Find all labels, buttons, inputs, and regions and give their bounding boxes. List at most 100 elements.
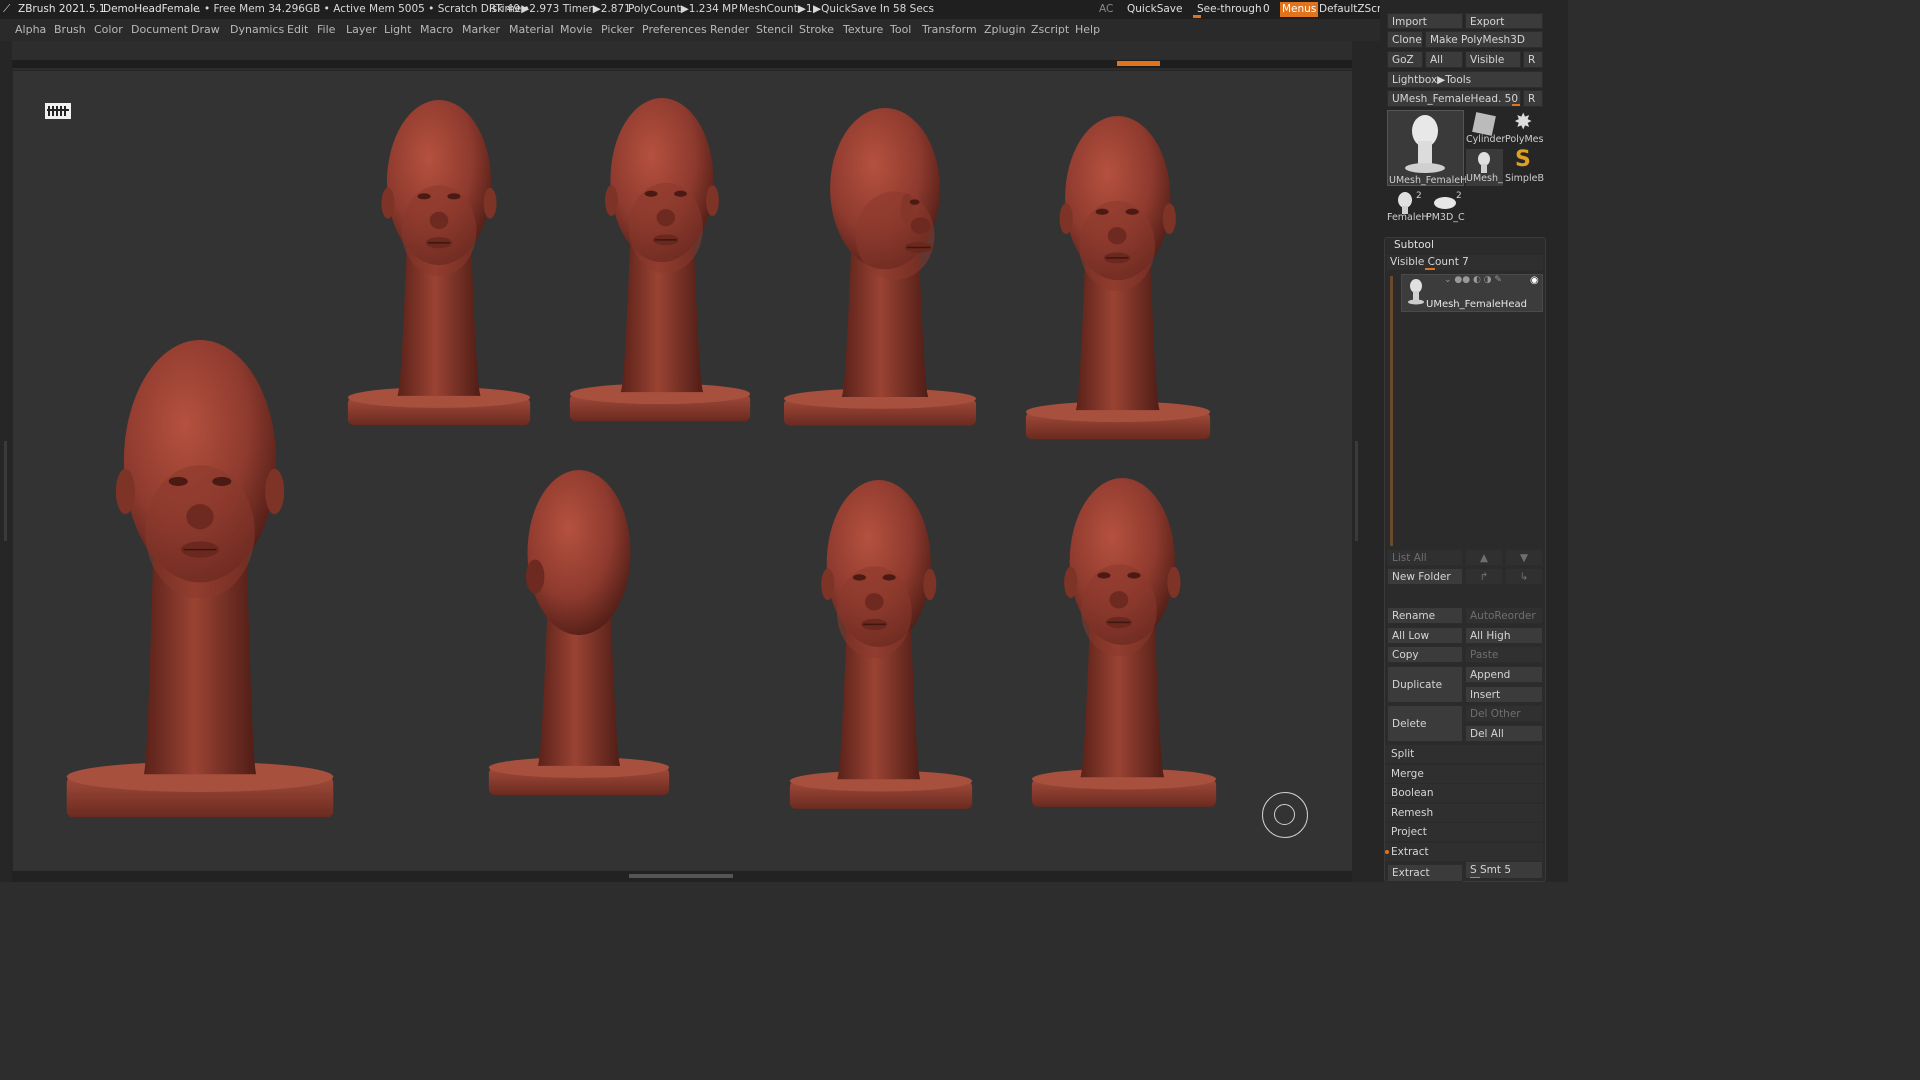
subtool-item-toggles-icon[interactable]: ⌄ ●● ◐ ◑ ✎ xyxy=(1444,275,1502,285)
folder-up-icon[interactable]: ↱ xyxy=(1465,568,1503,585)
goz-visible-button[interactable]: Visible xyxy=(1465,51,1521,68)
export-button[interactable]: Export xyxy=(1465,13,1543,29)
current-tool-r-button[interactable]: R xyxy=(1523,90,1543,107)
tool-thumb-polymesh[interactable]: ✸ PolyMes xyxy=(1505,110,1543,147)
menu-stroke[interactable]: Stroke xyxy=(799,19,834,41)
delete-button[interactable]: Delete xyxy=(1387,705,1463,742)
tool-thumb-umesh[interactable]: UMesh_ xyxy=(1466,149,1503,186)
move-up-icon[interactable]: ▲ xyxy=(1465,549,1503,566)
menu-macro[interactable]: Macro xyxy=(420,19,453,41)
lightbox-tools-button[interactable]: Lightbox▶Tools xyxy=(1387,71,1543,88)
list-all-button[interactable]: List All xyxy=(1387,549,1463,566)
menu-edit[interactable]: Edit xyxy=(287,19,308,41)
append-button[interactable]: Append xyxy=(1465,666,1543,683)
menu-texture[interactable]: Texture xyxy=(843,19,883,41)
all-low-button[interactable]: All Low xyxy=(1387,627,1463,644)
zbrush-logo-icon[interactable]: ⟋ xyxy=(3,0,10,19)
merge-section[interactable]: Merge xyxy=(1385,765,1543,783)
import-button[interactable]: Import xyxy=(1387,13,1463,29)
new-folder-button[interactable]: New Folder xyxy=(1387,568,1463,585)
goz-button[interactable]: GoZ xyxy=(1387,51,1423,68)
menu-dynamics[interactable]: Dynamics xyxy=(230,19,284,41)
all-high-button[interactable]: All High xyxy=(1465,627,1543,644)
tool-thumb-main[interactable]: UMesh_FemaleH xyxy=(1387,110,1468,186)
menu-layer[interactable]: Layer xyxy=(346,19,377,41)
make-polymesh-button[interactable]: Make PolyMesh3D xyxy=(1425,31,1543,48)
subtool-scrollbar[interactable] xyxy=(1390,276,1393,546)
subtool-title[interactable]: Subtool xyxy=(1394,239,1434,251)
menu-alpha[interactable]: Alpha xyxy=(15,19,46,41)
menu-help[interactable]: Help xyxy=(1075,19,1100,41)
menu-color[interactable]: Color xyxy=(94,19,123,41)
insert-button[interactable]: Insert xyxy=(1465,686,1543,703)
clone-button[interactable]: Clone xyxy=(1387,31,1423,48)
menu-draw[interactable]: Draw xyxy=(191,19,220,41)
s-smt-fill xyxy=(1470,877,1480,878)
goz-r-button[interactable]: R xyxy=(1523,51,1543,68)
menu-zplugin[interactable]: Zplugin xyxy=(984,19,1026,41)
s-smt-label: S Smt 5 xyxy=(1470,864,1512,876)
tool-thumb-female-label: FemaleH xyxy=(1387,212,1429,223)
menus-toggle[interactable]: Menus xyxy=(1280,2,1319,17)
remesh-section[interactable]: Remesh xyxy=(1385,804,1543,822)
navigation-gizmo[interactable] xyxy=(1262,792,1308,838)
menu-light[interactable]: Light xyxy=(384,19,411,41)
subtool-thumb-icon xyxy=(1408,279,1424,305)
menu-marker[interactable]: Marker xyxy=(462,19,500,41)
menu-tool[interactable]: Tool xyxy=(890,19,911,41)
menu-stencil[interactable]: Stencil xyxy=(756,19,793,41)
tool-thumb-simpleb[interactable]: S SimpleB xyxy=(1505,147,1544,186)
menu-picker[interactable]: Picker xyxy=(601,19,634,41)
rename-button[interactable]: Rename xyxy=(1387,607,1463,624)
menu-document[interactable]: Document xyxy=(131,19,188,41)
tool-thumb-main-label: UMesh_FemaleH xyxy=(1389,175,1468,186)
head-sculpt-6 xyxy=(487,470,671,814)
split-section[interactable]: Split xyxy=(1385,745,1543,763)
head-sculpt-5 xyxy=(1024,116,1212,458)
tool-thumb-cylinder[interactable]: Cylinder xyxy=(1466,110,1506,147)
goz-all-button[interactable]: All xyxy=(1425,51,1463,68)
rtime-stats: RTime▶2.973 Timer▶2.871 xyxy=(489,3,631,15)
subtool-item-name: UMesh_FemaleHead xyxy=(1426,299,1527,310)
seethrough-slider[interactable]: See-through 0 xyxy=(1193,0,1275,19)
auto-reorder-button[interactable]: AutoReorder xyxy=(1465,607,1543,624)
menu-movie[interactable]: Movie xyxy=(560,19,593,41)
menu-zscript[interactable]: Zscript xyxy=(1031,19,1069,41)
tool-thumb-pm3d[interactable]: 2 PM3D_C xyxy=(1426,188,1465,225)
extract-indicator xyxy=(1385,850,1389,854)
menu-render[interactable]: Render xyxy=(710,19,749,41)
menu-preferences[interactable]: Preferences xyxy=(642,19,707,41)
menu-brush[interactable]: Brush xyxy=(54,19,86,41)
folder-down-icon[interactable]: ↳ xyxy=(1505,568,1543,585)
ac-button[interactable]: AC xyxy=(1099,0,1113,19)
project-section[interactable]: Project xyxy=(1385,823,1543,841)
subtool-item[interactable]: ⌄ ●● ◐ ◑ ✎ ◉ UMesh_FemaleHead xyxy=(1401,274,1543,312)
right-shelf-handle[interactable] xyxy=(1355,441,1358,541)
quicksave-button[interactable]: QuickSave xyxy=(1127,0,1182,19)
tool-thumb-female[interactable]: 2 FemaleH xyxy=(1387,188,1429,225)
extract-section[interactable]: Extract xyxy=(1385,843,1543,861)
boolean-section[interactable]: Boolean xyxy=(1385,784,1543,802)
visible-count-slider[interactable]: Visible Count 7 xyxy=(1387,255,1543,270)
timeline-marker[interactable] xyxy=(1117,61,1160,66)
copy-button[interactable]: Copy xyxy=(1387,646,1463,663)
floor-grid-icon[interactable] xyxy=(45,103,71,119)
menu-file[interactable]: File xyxy=(317,19,335,41)
paste-button[interactable]: Paste xyxy=(1465,646,1543,663)
left-shelf-handle[interactable] xyxy=(4,441,7,541)
bottom-shelf-handle[interactable] xyxy=(629,874,733,878)
eye-icon[interactable]: ◉ xyxy=(1530,275,1539,286)
duplicate-button[interactable]: Duplicate xyxy=(1387,666,1463,703)
tool-thumb-cylinder-label: Cylinder xyxy=(1466,134,1506,145)
del-all-button[interactable]: Del All xyxy=(1465,725,1543,742)
tool-thumb-umesh-label: UMesh_ xyxy=(1466,173,1503,184)
meshcount-stat: MeshCount▶1 xyxy=(739,3,813,15)
s-smt-slider[interactable]: S Smt 5 xyxy=(1465,861,1543,879)
move-down-icon[interactable]: ▼ xyxy=(1505,549,1543,566)
current-tool-slider[interactable]: UMesh_FemaleHead. 50 xyxy=(1387,90,1521,107)
extract-button[interactable]: Extract xyxy=(1387,864,1463,882)
menu-transform[interactable]: Transform xyxy=(922,19,977,41)
del-other-button[interactable]: Del Other xyxy=(1465,705,1543,722)
seethrough-fill xyxy=(1193,15,1201,18)
menu-material[interactable]: Material xyxy=(509,19,554,41)
